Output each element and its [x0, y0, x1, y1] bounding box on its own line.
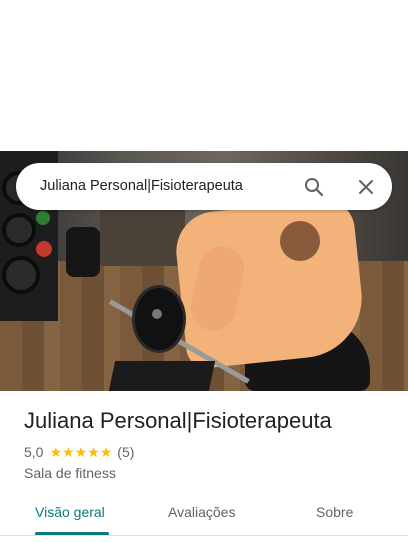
place-title: Juliana Personal|Fisioterapeuta	[24, 408, 332, 433]
tab-overview[interactable]: Visão geral	[35, 504, 105, 520]
star-icon: ★	[74, 444, 88, 460]
tab-reviews[interactable]: Avaliações	[168, 504, 235, 520]
star-icon: ★	[49, 444, 63, 460]
tab-about[interactable]: Sobre	[316, 504, 353, 520]
place-tabs: Visão geral Avaliações Sobre	[0, 494, 408, 535]
weight-plate	[132, 285, 186, 353]
star-icon: ★	[87, 444, 100, 460]
step-platform	[108, 361, 216, 391]
gym-bag	[66, 227, 100, 277]
search-bar[interactable]: Juliana Personal|Fisioterapeuta	[16, 163, 392, 210]
rating-value: 5,0	[24, 444, 44, 460]
search-icon[interactable]	[302, 175, 326, 199]
tabs-divider	[0, 535, 408, 536]
review-count[interactable]: (5)	[117, 444, 134, 460]
rating-stars: ★ ★ ★ ★ ★	[49, 445, 112, 459]
search-input[interactable]: Juliana Personal|Fisioterapeuta	[40, 178, 243, 194]
place-category[interactable]: Sala de fitness	[24, 465, 116, 481]
rating-row[interactable]: 5,0 ★ ★ ★ ★ ★ (5)	[24, 444, 134, 460]
blank-header-area	[0, 0, 408, 151]
star-icon: ★	[62, 444, 75, 460]
star-icon: ★	[99, 444, 113, 460]
close-icon[interactable]	[354, 175, 378, 199]
bench	[100, 206, 185, 266]
